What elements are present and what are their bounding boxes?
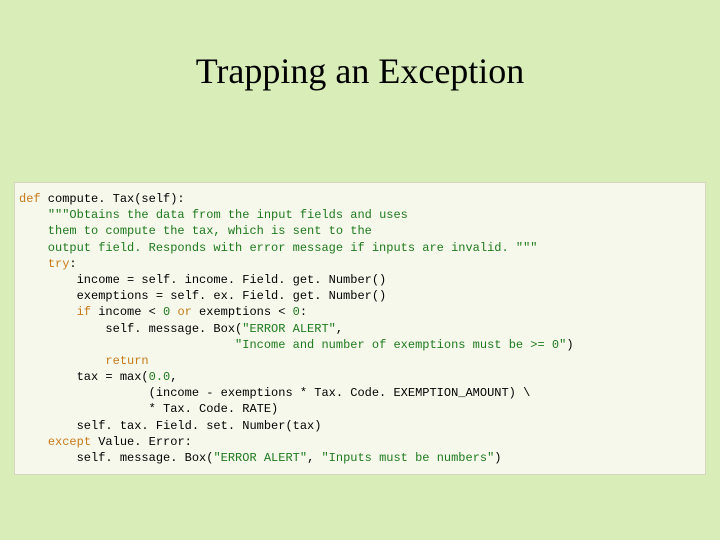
slide: Trapping an Exception def compute. Tax(s… [0, 0, 720, 540]
string: "Inputs must be numbers" [321, 451, 494, 465]
code-text: exemptions < [192, 305, 293, 319]
code-text: , [307, 451, 321, 465]
code-text: compute. Tax(self): [41, 192, 185, 206]
code-text [19, 208, 48, 222]
slide-title: Trapping an Exception [0, 0, 720, 122]
num: 0 [293, 305, 300, 319]
code-text: , [170, 370, 177, 384]
string: "Income and number of exemptions must be… [235, 338, 566, 352]
code-text: : [69, 257, 76, 271]
num: 0.0 [149, 370, 171, 384]
code-text: (income - exemptions * Tax. Code. EXEMPT… [19, 386, 530, 400]
docstring: them to compute the tax, which is sent t… [19, 224, 372, 238]
kw-or: or [177, 305, 191, 319]
string: "ERROR ALERT" [213, 451, 307, 465]
kw-if: if [77, 305, 91, 319]
code-text: self. tax. Field. set. Number(tax) [19, 419, 321, 433]
code-text [19, 305, 77, 319]
code-text: , [336, 322, 343, 336]
string: "ERROR ALERT" [242, 322, 336, 336]
code-text: self. message. Box( [19, 451, 213, 465]
code-text: * Tax. Code. RATE) [19, 402, 278, 416]
code-text: Value. Error: [91, 435, 192, 449]
code-text: ) [494, 451, 501, 465]
kw-def: def [19, 192, 41, 206]
code-block: def compute. Tax(self): """Obtains the d… [14, 182, 706, 475]
code-text: income = self. income. Field. get. Numbe… [19, 273, 386, 287]
code-text: income < [91, 305, 163, 319]
code-text: ) [566, 338, 573, 352]
code-text [19, 257, 48, 271]
code-text [19, 354, 105, 368]
code-text [19, 338, 235, 352]
code-text: exemptions = self. ex. Field. get. Numbe… [19, 289, 386, 303]
kw-try: try [48, 257, 70, 271]
code-text: tax = max( [19, 370, 149, 384]
code-text: self. message. Box( [19, 322, 242, 336]
code-text: : [300, 305, 307, 319]
kw-return: return [105, 354, 148, 368]
docstring: output field. Responds with error messag… [19, 241, 537, 255]
kw-except: except [48, 435, 91, 449]
docstring: """Obtains the data from the input field… [48, 208, 408, 222]
code-text [19, 435, 48, 449]
